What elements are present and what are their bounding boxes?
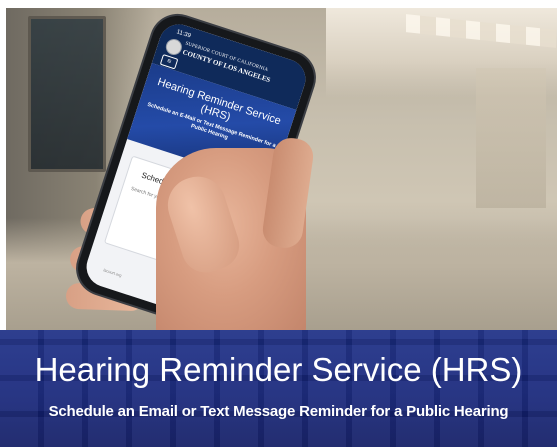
footer-url: lacourt.org <box>102 267 123 278</box>
caption-subtitle: Schedule an Email or Text Message Remind… <box>48 403 509 420</box>
photo-hand-holding-phone: 11:39 SUPERIOR COURT OF CALIFORNIA COUNT… <box>6 8 557 330</box>
hallway-end <box>476 68 546 208</box>
caption-band: Hearing Reminder Service (HRS) Schedule … <box>0 330 557 447</box>
caption-title: Hearing Reminder Service (HRS) <box>34 351 523 388</box>
wall-board <box>28 16 106 172</box>
top-strip <box>0 0 557 8</box>
